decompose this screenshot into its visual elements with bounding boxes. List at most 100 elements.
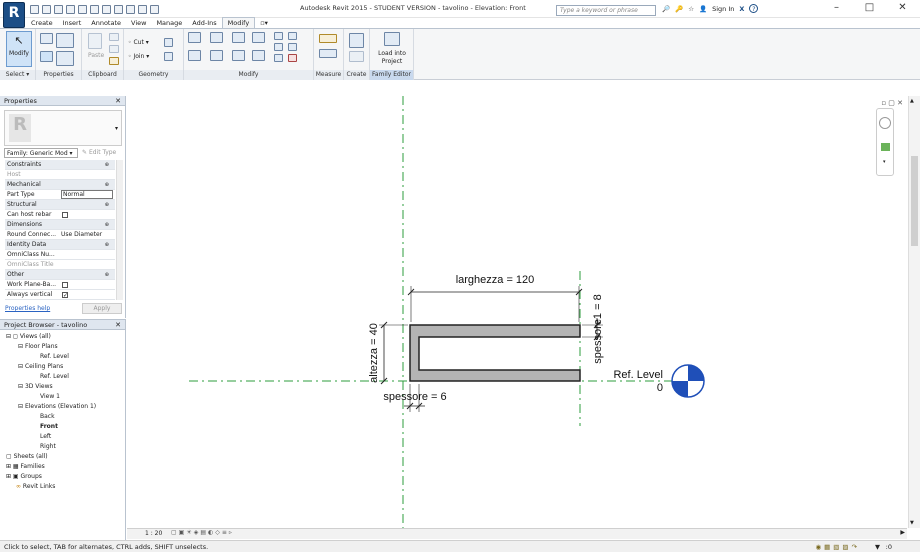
tree-node-floor-plans[interactable]: ⊟ Floor Plans [18, 343, 58, 350]
height-dim-label[interactable]: altezza = 40 [368, 323, 380, 383]
tab-manage[interactable]: Manage [151, 18, 187, 28]
tree-node-3d-views[interactable]: ⊟ 3D Views [18, 383, 53, 390]
tree-node-views[interactable]: ⊟ ◻ Views (all) [6, 333, 51, 340]
tree-node-left[interactable]: Left [40, 433, 51, 440]
subscription-icon[interactable]: 🔑 [675, 5, 683, 13]
load-into-project-icon[interactable] [384, 32, 400, 46]
search-input[interactable]: Type a keyword or phrase [556, 5, 656, 16]
scroll-down-icon[interactable]: ▼ [910, 520, 914, 526]
edit-type-button[interactable]: ✎ Edit Type [82, 148, 122, 158]
prop-cat-dimensions[interactable]: Dimensions ⊛ [5, 220, 115, 230]
scroll-up-icon[interactable]: ▲ [910, 98, 914, 104]
tree-node-right[interactable]: Right [40, 443, 56, 450]
prop-cat-other[interactable]: Other ⊛ [5, 270, 115, 280]
tree-node-revit-links[interactable]: ∞ Revit Links [16, 483, 55, 490]
tab-add-ins[interactable]: Add-Ins [187, 18, 221, 28]
offset-icon[interactable] [210, 32, 223, 43]
help-icon[interactable]: ? [749, 4, 759, 13]
ribbon-minimize-icon[interactable]: ▫▾ [255, 18, 273, 28]
split-icon[interactable] [274, 32, 283, 40]
thick1-dim-label[interactable]: spessore1 = 8 [592, 294, 604, 363]
section-icon[interactable] [126, 4, 135, 14]
prop-cat-mechanical[interactable]: Mechanical ⊛ [5, 180, 115, 190]
level-name-label[interactable]: Ref. Level [613, 369, 663, 381]
open-icon[interactable] [30, 4, 39, 14]
tab-view[interactable]: View [126, 18, 151, 28]
filter-icon[interactable]: ▼ [875, 541, 880, 553]
properties-icon[interactable] [40, 51, 53, 62]
join-button[interactable]: ◦ Join ▾ [128, 53, 149, 60]
cut-button[interactable]: ◦ Cut ▾ [128, 39, 149, 46]
copy-icon[interactable] [109, 45, 119, 53]
close-browser-icon[interactable]: ✕ [115, 320, 121, 330]
close-button[interactable]: ✕ [886, 0, 919, 18]
load-into-project-button[interactable]: Load into Project [372, 50, 412, 66]
scroll-thumb[interactable] [911, 156, 918, 246]
tree-node-sheets[interactable]: ▢ Sheets (all) [6, 453, 48, 460]
tab-insert[interactable]: Insert [58, 18, 87, 28]
tree-node-front[interactable]: Front [40, 423, 58, 430]
type-selector[interactable]: R ▾ [4, 110, 122, 146]
match-properties-icon[interactable] [109, 57, 119, 65]
zoom-icon[interactable] [881, 143, 890, 151]
switch-windows-icon[interactable] [150, 4, 159, 14]
selection-tools[interactable]: ◉▦▧▨↷ [815, 541, 860, 553]
paste-icon[interactable] [88, 33, 102, 49]
tree-node-ceiling-plans[interactable]: ⊟ Ceiling Plans [18, 363, 63, 370]
table-profile[interactable] [409, 324, 581, 382]
scale-icon[interactable] [274, 54, 283, 62]
work-plane-based-checkbox[interactable] [62, 282, 68, 288]
apply-button[interactable]: Apply [82, 303, 122, 314]
sign-in-link[interactable]: Sign In [712, 5, 734, 13]
tab-create[interactable]: Create [26, 18, 58, 28]
chevron-down-icon[interactable]: ▾ [883, 159, 886, 165]
split-face-icon[interactable] [164, 52, 173, 61]
scale-button[interactable]: 1 : 20 [145, 530, 162, 537]
tab-annotate[interactable]: Annotate [86, 18, 126, 28]
application-menu-button[interactable]: R [3, 2, 25, 28]
close-properties-icon[interactable]: ✕ [115, 96, 121, 106]
minimize-button[interactable]: – [820, 0, 853, 18]
level-head-icon[interactable] [671, 364, 705, 398]
always-vertical-checkbox[interactable]: ✓ [62, 292, 68, 299]
rotate-icon[interactable] [232, 50, 245, 61]
type-properties-icon[interactable] [40, 33, 53, 44]
level-elevation-label[interactable]: 0 [657, 382, 663, 394]
save-icon[interactable] [42, 4, 51, 14]
tree-node-view-1[interactable]: View 1 [40, 393, 60, 400]
maximize-button[interactable]: □ [853, 0, 886, 18]
properties-scrollbar[interactable] [116, 160, 123, 300]
exchange-icon[interactable]: X [739, 5, 744, 13]
undo-icon[interactable] [54, 4, 63, 14]
width-dim-label[interactable]: larghezza = 120 [456, 274, 535, 286]
pin-icon[interactable] [288, 32, 297, 40]
copy-element-icon[interactable] [210, 50, 223, 61]
dimension-icon[interactable] [319, 49, 337, 58]
user-icon[interactable]: 👤 [699, 5, 707, 13]
vertical-scrollbar[interactable]: ▲ ▼ [908, 96, 920, 528]
steering-wheel-icon[interactable] [879, 117, 891, 129]
prop-cat-constraints[interactable]: Constraints ⊛ [5, 160, 115, 170]
tree-node-ceiling-ref-level[interactable]: Ref. Level [40, 373, 69, 380]
create-similar-icon[interactable] [349, 51, 364, 62]
part-type-select[interactable]: Normal [61, 190, 113, 199]
prop-cat-identity-data[interactable]: Identity Data ⊛ [5, 240, 115, 250]
close-hidden-icon[interactable] [138, 4, 147, 14]
round-connector-value[interactable]: Use Diameter [61, 230, 102, 240]
trim-icon[interactable] [252, 50, 265, 61]
family-types-icon[interactable] [56, 33, 74, 48]
create-group-icon[interactable] [349, 33, 364, 48]
unpin-icon[interactable] [288, 43, 297, 51]
modify-button[interactable]: ↖ Modify [6, 31, 32, 67]
delete-icon[interactable] [288, 54, 297, 62]
measure-tool-icon[interactable] [319, 34, 337, 43]
3d-view-icon[interactable] [114, 4, 123, 14]
tab-modify[interactable]: Modify [221, 17, 256, 28]
tree-node-elevations[interactable]: ⊟ Elevations (Elevation 1) [18, 403, 96, 410]
binoculars-icon[interactable]: 🔎 [662, 5, 670, 13]
tree-node-families[interactable]: ⊞ ▦ Families [6, 463, 45, 470]
drawing-canvas[interactable]: ▫ ▢ ✕ larghezza = 120 altezza = 40 spess… [127, 96, 907, 528]
move-icon[interactable] [188, 50, 201, 61]
mirror-draw-icon[interactable] [252, 32, 265, 43]
measure-icon[interactable] [90, 4, 99, 14]
